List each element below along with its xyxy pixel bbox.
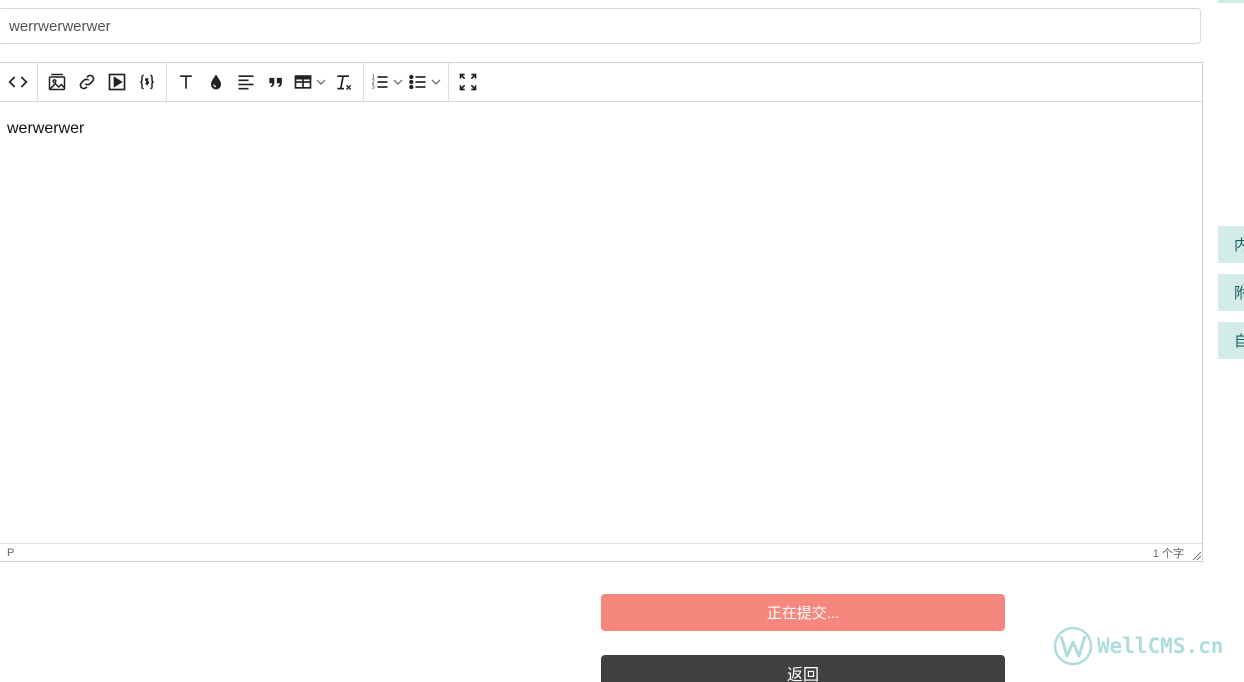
image-icon[interactable] <box>42 67 72 97</box>
element-path[interactable]: P <box>7 547 14 559</box>
align-icon[interactable] <box>231 67 261 97</box>
editor-content[interactable]: werwerwer <box>0 102 1202 543</box>
wellcms-logo-icon <box>1053 626 1093 666</box>
word-count: 1 个字 <box>1152 547 1184 560</box>
ordered-list-icon[interactable]: 123 <box>368 67 406 97</box>
side-tab-custom[interactable]: 自 <box>1218 322 1244 359</box>
fullscreen-icon[interactable] <box>453 67 483 97</box>
toolbar-group-source <box>0 63 37 101</box>
wellcms-watermark: WellCMS.cn <box>1053 626 1223 666</box>
font-size-icon[interactable] <box>171 67 201 97</box>
back-button[interactable]: 返回 <box>601 655 1005 682</box>
chevron-down-icon[interactable] <box>392 76 404 88</box>
bullet-list-icon[interactable] <box>406 67 444 97</box>
clear-format-icon[interactable] <box>329 67 359 97</box>
toolbar-group-lists: 123 <box>364 63 448 101</box>
submit-button[interactable]: 正在提交... <box>601 594 1005 631</box>
resize-handle-icon[interactable] <box>1191 550 1201 560</box>
toolbar-group-format <box>167 63 363 101</box>
font-color-icon[interactable] <box>201 67 231 97</box>
side-panel-edge <box>1218 0 1244 3</box>
table-icon[interactable] <box>291 67 329 97</box>
link-icon[interactable] <box>72 67 102 97</box>
watermark-text: WellCMS.cn <box>1097 634 1224 658</box>
code-block-icon[interactable] <box>132 67 162 97</box>
svg-text:3: 3 <box>372 85 375 91</box>
content-paragraph: werwerwer <box>7 120 85 137</box>
chevron-down-icon[interactable] <box>430 76 442 88</box>
code-view-icon[interactable] <box>3 67 33 97</box>
editor-statusbar: P 1 个字 <box>0 543 1202 561</box>
rich-text-editor: 123 werwerwer P 1 个字 <box>0 62 1203 562</box>
toolbar-group-view <box>449 63 487 101</box>
toolbar-group-insert <box>38 63 166 101</box>
side-tab-attachment[interactable]: 附 <box>1218 274 1244 311</box>
side-tab-content[interactable]: 内 <box>1218 226 1244 263</box>
chevron-down-icon[interactable] <box>315 76 327 88</box>
title-input[interactable] <box>0 8 1201 44</box>
quote-icon[interactable] <box>261 67 291 97</box>
editor-toolbar: 123 <box>0 62 1202 102</box>
video-icon[interactable] <box>102 67 132 97</box>
